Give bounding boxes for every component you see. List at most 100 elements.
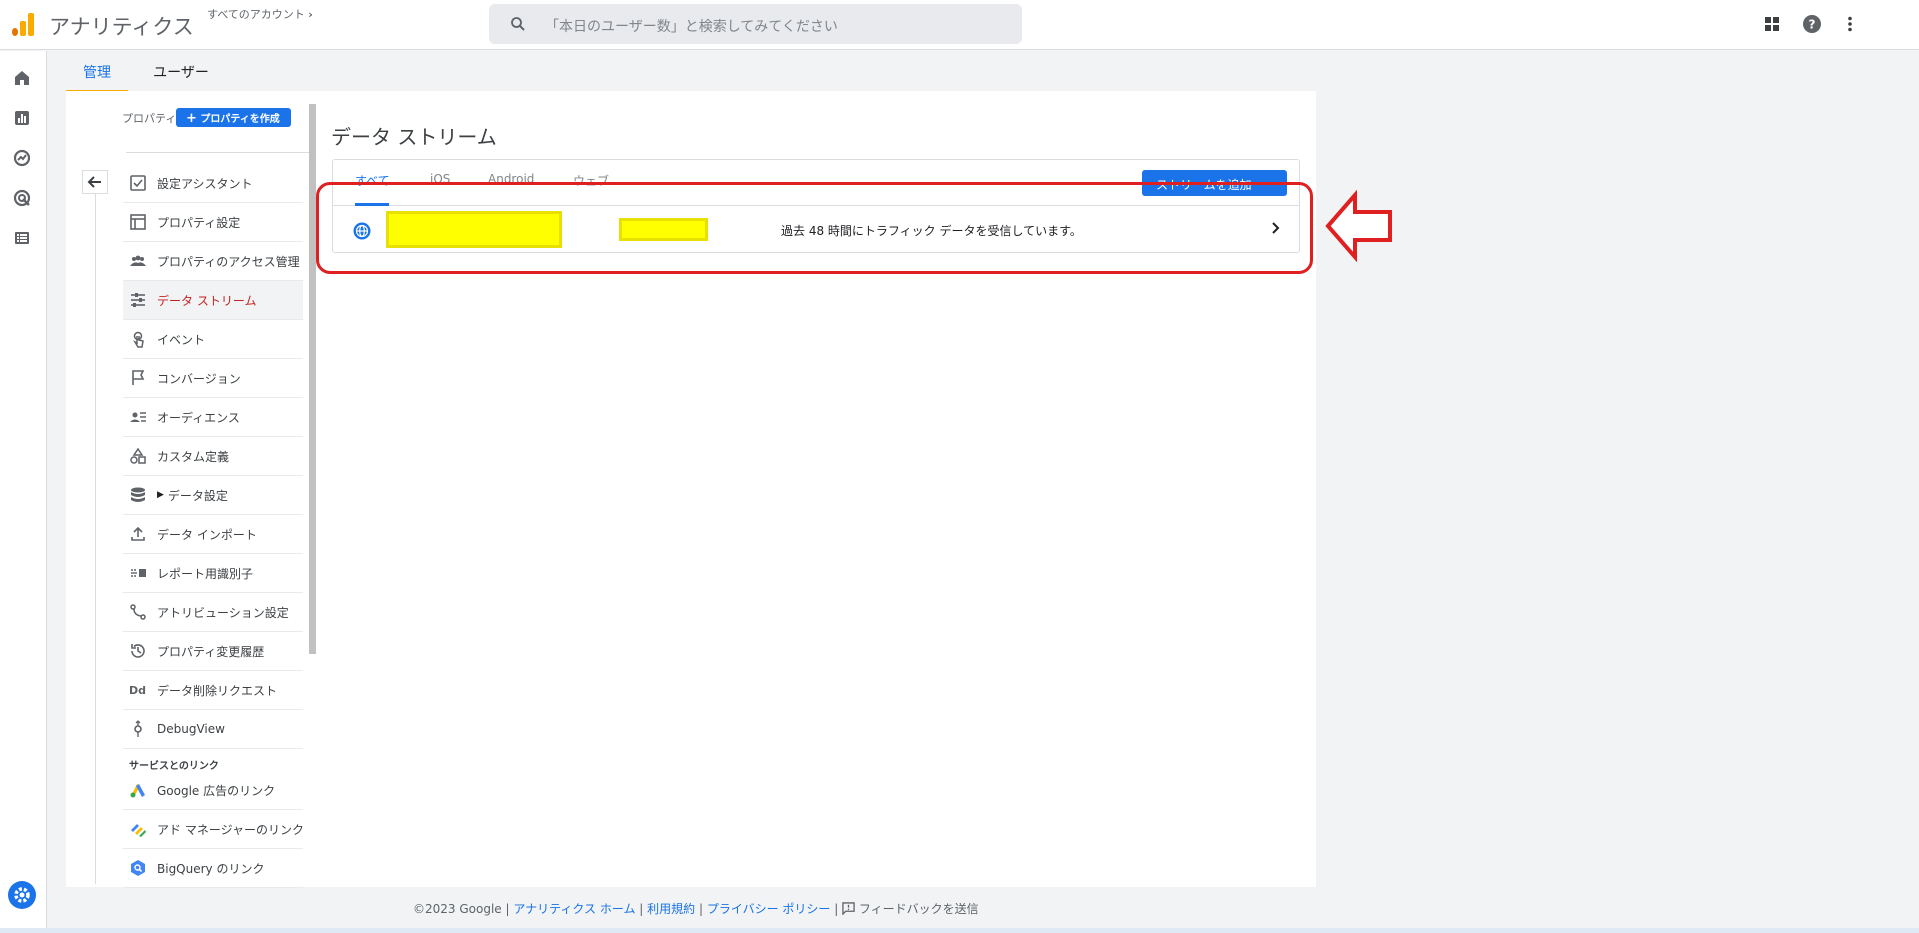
sidebar-item-setup-assistant[interactable]: 設定アシスタント — [123, 164, 303, 203]
touch-icon — [133, 331, 144, 348]
footer: ©2023 Google | アナリティクス ホーム | 利用規約 | プライバ… — [413, 902, 979, 916]
plus-icon: + — [186, 111, 197, 126]
history-icon — [131, 644, 145, 658]
dd-icon: Dd — [129, 684, 146, 697]
sidebar-item-bigquery-links[interactable]: BigQuery のリンク — [123, 849, 303, 888]
svg-text:?: ? — [1809, 18, 1816, 32]
sidebar-item-reporting-identity[interactable]: レポート用識別子 — [123, 554, 303, 593]
more-vert-icon[interactable] — [1840, 14, 1860, 34]
annotation-highlight-box — [316, 182, 1313, 274]
debug-icon — [134, 720, 142, 737]
data-stream-icon — [131, 293, 145, 307]
analytics-logo-icon[interactable] — [12, 12, 36, 36]
property-column-label: プロパティ — [122, 112, 177, 125]
sidebar-item-label: BigQuery のリンク — [157, 861, 265, 876]
sidebar-item-label: アド マネージャーのリンク — [157, 822, 304, 837]
search-bar[interactable]: 「本日のユーザー数」と検索してみてください — [489, 4, 1022, 44]
sidebar-item-change-history[interactable]: プロパティ変更履歴 — [123, 632, 303, 671]
apps-grid-icon[interactable] — [1762, 14, 1782, 34]
google-ads-icon — [130, 784, 145, 798]
sidebar-item-label: DebugView — [157, 722, 225, 736]
sidebar-item-data-settings[interactable]: ▶ データ設定 — [123, 476, 303, 515]
sidebar-item-label: 設定アシスタント — [157, 176, 253, 191]
configure-icon[interactable] — [12, 228, 32, 248]
bottom-strip — [0, 928, 1919, 933]
tree-line — [95, 194, 96, 884]
sidebar-item-label: データ インポート — [157, 527, 257, 542]
sidebar-item-label: カスタム定義 — [157, 449, 230, 464]
footer-link-privacy[interactable]: プライバシー ポリシー — [707, 902, 831, 916]
tab-admin[interactable]: 管理 — [66, 56, 128, 92]
bigquery-icon — [131, 860, 145, 876]
sidebar-item-events[interactable]: イベント — [123, 320, 303, 359]
tab-users[interactable]: ユーザー — [148, 56, 214, 92]
shapes-icon — [130, 447, 146, 464]
identity-icon — [131, 569, 146, 577]
sidebar-scrollbar[interactable] — [309, 104, 316, 654]
sidebar-item-data-deletion[interactable]: Dd データ削除リクエスト — [123, 671, 303, 710]
sidebar-item-label: プロパティ変更履歴 — [157, 644, 265, 659]
sidebar-item-custom-definitions[interactable]: カスタム定義 — [123, 437, 303, 476]
sidebar-item-google-ads-links[interactable]: Google 広告のリンク — [123, 771, 303, 810]
sidebar-item-label: アトリビューション設定 — [157, 605, 289, 620]
account-link[interactable]: すべてのアカウント — [207, 8, 305, 21]
advertising-icon[interactable] — [12, 188, 32, 208]
database-icon — [131, 487, 145, 502]
explore-icon[interactable] — [12, 148, 32, 168]
page-title: データ ストリーム — [331, 125, 497, 149]
search-icon — [511, 17, 525, 31]
sidebar-item-label: イベント — [157, 332, 206, 347]
sidebar-item-data-import[interactable]: データ インポート — [123, 515, 303, 554]
annotation-arrow-left-icon — [1325, 190, 1392, 262]
sidebar-item-label: Google 広告のリンク — [157, 783, 276, 798]
svg-text:Dd: Dd — [129, 684, 146, 697]
left-navigation-rail — [0, 51, 47, 929]
account-breadcrumb[interactable]: すべてのアカウント › — [207, 6, 313, 22]
flag-icon — [132, 370, 145, 385]
footer-copyright: ©2023 Google — [413, 902, 502, 916]
property-settings-nav: 設定アシスタント プロパティ設定 プロパティのアクセス管理 データ ストリーム … — [123, 164, 304, 888]
feedback-link[interactable]: フィードバックを送信 — [842, 902, 979, 916]
sidebar-item-conversions[interactable]: コンバージョン — [123, 359, 303, 398]
audience-icon — [130, 412, 146, 422]
home-icon[interactable] — [12, 68, 32, 88]
feedback-label[interactable]: フィードバックを送信 — [859, 902, 979, 916]
ad-manager-icon — [131, 824, 146, 837]
sidebar-item-label: コンバージョン — [157, 371, 241, 386]
reports-icon[interactable] — [12, 108, 32, 128]
sidebar-item-data-streams[interactable]: データ ストリーム — [123, 281, 303, 320]
chevron-right-icon: › — [308, 8, 313, 21]
create-property-button[interactable]: + プロパティを作成 — [176, 108, 291, 127]
create-property-label: プロパティを作成 — [200, 114, 280, 125]
sidebar-item-label: オーディエンス — [157, 410, 240, 425]
sidebar-item-label: レポート用識別子 — [157, 566, 254, 581]
upload-icon — [131, 526, 145, 541]
footer-link-terms[interactable]: 利用規約 — [647, 902, 695, 916]
checkbox-icon — [130, 175, 146, 191]
people-icon — [130, 255, 146, 266]
attribution-icon — [130, 604, 146, 620]
expand-arrow-icon[interactable]: ▶ — [157, 490, 164, 500]
property-settings-icon — [130, 214, 146, 230]
sidebar-item-label: データ ストリーム — [157, 293, 257, 308]
app-title: アナリティクス — [49, 15, 194, 39]
sidebar-item-property-settings[interactable]: プロパティ設定 — [123, 203, 303, 242]
sidebar-item-label: プロパティのアクセス管理 — [157, 254, 300, 269]
admin-gear-icon[interactable] — [8, 881, 36, 909]
divider — [126, 152, 316, 153]
sidebar-item-attribution-settings[interactable]: アトリビューション設定 — [123, 593, 303, 632]
sidebar-item-debugview[interactable]: DebugView — [123, 710, 303, 749]
arrow-back-icon — [87, 176, 101, 188]
back-button[interactable] — [82, 170, 108, 194]
search-placeholder[interactable]: 「本日のユーザー数」と検索してみてください — [545, 16, 838, 36]
sidebar-item-label: プロパティ設定 — [157, 215, 241, 230]
help-icon[interactable]: ? — [1802, 14, 1822, 34]
sidebar-item-ad-manager-links[interactable]: アド マネージャーのリンク — [123, 810, 304, 849]
footer-link-analytics-home[interactable]: アナリティクス ホーム — [513, 902, 635, 916]
top-app-bar: アナリティクス すべてのアカウント › 「本日のユーザー数」と検索してみてくださ… — [0, 0, 1919, 50]
sidebar-item-audiences[interactable]: オーディエンス — [123, 398, 303, 437]
service-links-header: サービスとのリンク — [129, 761, 219, 772]
sidebar-item-label: データ削除リクエスト — [157, 683, 278, 698]
sidebar-item-property-access[interactable]: プロパティのアクセス管理 — [123, 242, 303, 281]
sidebar-item-label: データ設定 — [167, 488, 228, 503]
